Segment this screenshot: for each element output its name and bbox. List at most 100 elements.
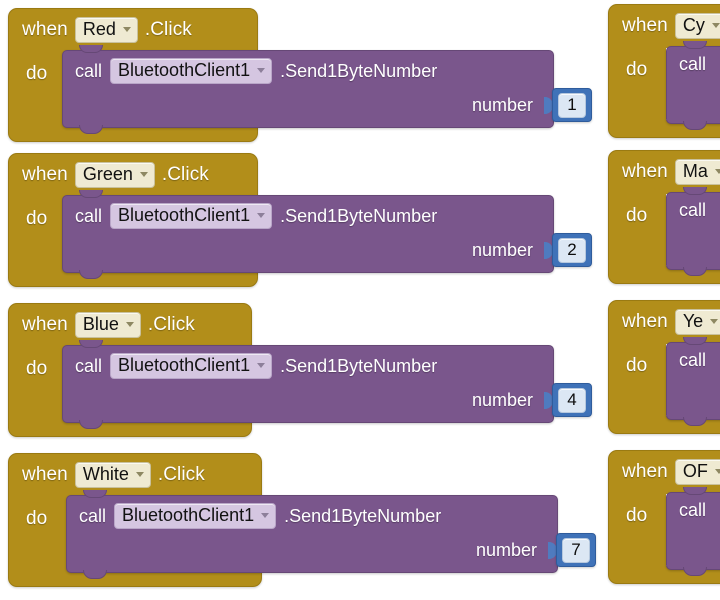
number-block-blue[interactable]: 4 (552, 383, 592, 417)
call-row: call BluetoothClient1 .Send1ByteNumber (75, 203, 437, 229)
component-dropdown-label: Blue (82, 314, 119, 334)
target-component-label: BluetoothClient1 (122, 505, 255, 525)
component-dropdown-label: Green (82, 164, 133, 184)
call-block-magenta[interactable]: call (666, 187, 720, 276)
target-component-dropdown-blue[interactable]: BluetoothClient1 (110, 353, 273, 379)
when-row: when Ye (622, 309, 720, 335)
do-keyword: do (626, 355, 648, 376)
param-label-number: number (471, 240, 533, 260)
do-keyword: do (626, 59, 648, 80)
blocks-canvas[interactable]: when Red .Click do call BluetoothClient1… (0, 0, 720, 600)
call-block-green[interactable]: call BluetoothClient1 .Send1ByteNumber n… (62, 190, 554, 279)
call-keyword: call (75, 60, 103, 81)
call-block-off[interactable]: call (666, 487, 720, 576)
param-label-number: number (475, 540, 537, 560)
number-value-field[interactable]: 1 (558, 92, 586, 118)
call-keyword: call (75, 355, 103, 376)
chevron-down-icon (125, 322, 134, 327)
component-dropdown-white[interactable]: White (74, 462, 151, 488)
component-dropdown-red[interactable]: Red (74, 17, 138, 43)
component-dropdown-cyan[interactable]: Cy (674, 13, 720, 39)
target-component-dropdown-green[interactable]: BluetoothClient1 (110, 203, 273, 229)
chevron-down-icon (135, 472, 144, 477)
component-dropdown-label: Ma (682, 161, 708, 181)
method-name: .Send1ByteNumber (280, 60, 438, 81)
component-dropdown-label: OF (682, 461, 708, 481)
number-value-field[interactable]: 4 (558, 387, 586, 413)
target-component-label: BluetoothClient1 (118, 60, 251, 80)
do-keyword: do (626, 205, 648, 226)
component-dropdown-label: Cy (682, 15, 705, 35)
when-keyword: when (22, 19, 68, 40)
when-row: when OF (622, 459, 720, 485)
target-component-dropdown-red[interactable]: BluetoothClient1 (110, 58, 273, 84)
call-row: call (679, 54, 706, 75)
do-keyword: do (26, 208, 48, 229)
event-name: .Click (147, 314, 195, 335)
when-row: when White .Click (22, 462, 205, 488)
chevron-down-icon (139, 172, 148, 177)
call-row: call (679, 350, 706, 371)
method-name: .Send1ByteNumber (284, 505, 442, 526)
chevron-down-icon (711, 23, 720, 28)
call-row: call (679, 500, 706, 521)
event-name: .Click (144, 19, 192, 40)
target-component-label: BluetoothClient1 (118, 205, 251, 225)
param-label-number: number (471, 95, 533, 115)
do-keyword: do (26, 63, 48, 84)
do-keyword: do (26, 358, 48, 379)
component-dropdown-label: Red (82, 19, 116, 39)
number-block-green[interactable]: 2 (552, 233, 592, 267)
number-block-white[interactable]: 7 (556, 533, 596, 567)
call-keyword: call (79, 505, 107, 526)
number-value-field[interactable]: 2 (558, 237, 586, 263)
when-keyword: when (622, 15, 668, 36)
target-component-dropdown-white[interactable]: BluetoothClient1 (114, 503, 277, 529)
call-row: call BluetoothClient1 .Send1ByteNumber (75, 353, 437, 379)
when-row: when Green .Click (22, 162, 209, 188)
param-row: number (472, 390, 553, 411)
component-dropdown-blue[interactable]: Blue (74, 312, 141, 338)
call-row: call BluetoothClient1 .Send1ByteNumber (75, 58, 437, 84)
when-row: when Ma (622, 159, 720, 185)
do-keyword: do (26, 508, 48, 529)
chevron-down-icon (261, 513, 270, 518)
target-component-label: BluetoothClient1 (118, 355, 251, 375)
when-keyword: when (622, 311, 668, 332)
call-block-white[interactable]: call BluetoothClient1 .Send1ByteNumber n… (66, 490, 558, 579)
call-block-red[interactable]: call BluetoothClient1 .Send1ByteNumber n… (62, 45, 554, 134)
chevron-down-icon (714, 169, 720, 174)
component-dropdown-off[interactable]: OF (674, 459, 720, 485)
when-keyword: when (22, 314, 68, 335)
method-name: .Send1ByteNumber (280, 205, 438, 226)
param-row: number (472, 240, 553, 261)
when-keyword: when (22, 464, 68, 485)
number-value-field[interactable]: 7 (562, 537, 590, 563)
when-row: when Red .Click (22, 17, 192, 43)
call-keyword: call (679, 200, 707, 220)
call-row: call (679, 200, 706, 221)
call-row: call BluetoothClient1 .Send1ByteNumber (79, 503, 441, 529)
call-keyword: call (679, 350, 707, 370)
when-keyword: when (22, 164, 68, 185)
call-block-cyan[interactable]: call (666, 41, 720, 130)
component-dropdown-label: White (82, 464, 129, 484)
component-dropdown-yellow[interactable]: Ye (674, 309, 720, 335)
component-dropdown-magenta[interactable]: Ma (674, 159, 720, 185)
call-keyword: call (75, 205, 103, 226)
event-name: .Click (161, 164, 209, 185)
number-block-red[interactable]: 1 (552, 88, 592, 122)
chevron-down-icon (710, 319, 719, 324)
chevron-down-icon (122, 27, 131, 32)
when-row: when Cy (622, 13, 720, 39)
when-keyword: when (622, 161, 668, 182)
call-block-yellow[interactable]: call (666, 337, 720, 426)
call-keyword: call (679, 54, 707, 74)
component-dropdown-green[interactable]: Green (74, 162, 155, 188)
call-keyword: call (679, 500, 707, 520)
call-block-blue[interactable]: call BluetoothClient1 .Send1ByteNumber n… (62, 340, 554, 429)
param-label-number: number (471, 390, 533, 410)
event-name: .Click (157, 464, 205, 485)
param-row: number (476, 540, 557, 561)
param-row: number (472, 95, 553, 116)
